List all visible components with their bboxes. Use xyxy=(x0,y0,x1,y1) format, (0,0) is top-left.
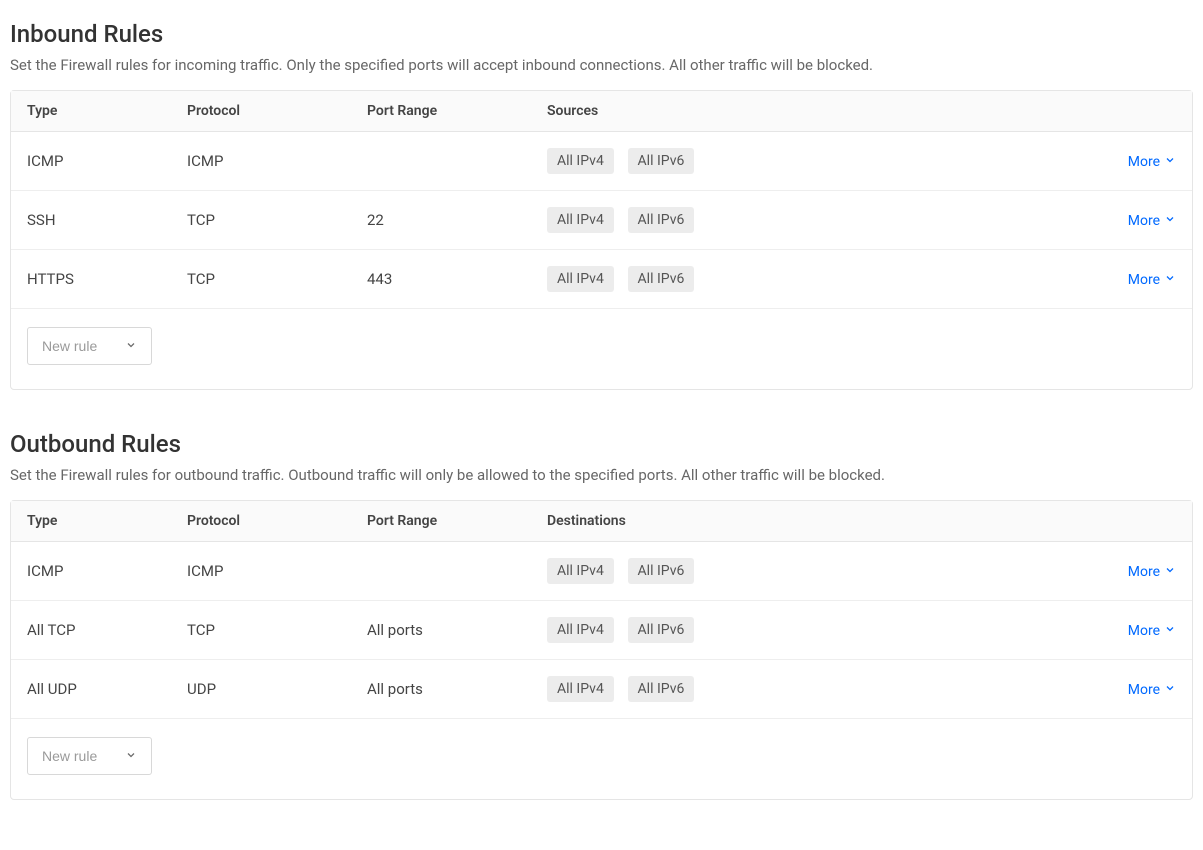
dest-tag-ipv6[interactable]: All IPv6 xyxy=(628,617,695,643)
rule-type: All TCP xyxy=(27,621,187,639)
rule-type: All UDP xyxy=(27,680,187,698)
rule-sources: All IPv4 All IPv6 xyxy=(547,207,1096,233)
rule-protocol: TCP xyxy=(187,211,367,229)
rule-type: SSH xyxy=(27,211,187,229)
chevron-down-icon xyxy=(1164,623,1176,639)
chevron-down-icon xyxy=(1164,564,1176,580)
source-tag-ipv6[interactable]: All IPv6 xyxy=(628,148,695,174)
dest-tag-ipv4[interactable]: All IPv4 xyxy=(547,676,614,702)
chevron-down-icon xyxy=(1164,213,1176,229)
source-tag-ipv4[interactable]: All IPv4 xyxy=(547,266,614,292)
more-label: More xyxy=(1128,213,1160,229)
rule-sources: All IPv4 All IPv6 xyxy=(547,266,1096,292)
source-tag-ipv4[interactable]: All IPv4 xyxy=(547,207,614,233)
table-row: ICMP ICMP All IPv4 All IPv6 More xyxy=(11,542,1192,601)
col-header-protocol: Protocol xyxy=(187,513,367,529)
chevron-down-icon xyxy=(1164,272,1176,288)
dest-tag-ipv6[interactable]: All IPv6 xyxy=(628,676,695,702)
outbound-rules-desc: Set the Firewall rules for outbound traf… xyxy=(10,466,1193,484)
rule-protocol: TCP xyxy=(187,621,367,639)
more-label: More xyxy=(1128,154,1160,170)
col-header-port: Port Range xyxy=(367,513,547,529)
col-header-protocol: Protocol xyxy=(187,103,367,119)
col-header-type: Type xyxy=(27,513,187,529)
rule-type: ICMP xyxy=(27,562,187,580)
outbound-rules-title: Outbound Rules xyxy=(10,430,1193,458)
more-label: More xyxy=(1128,682,1160,698)
col-header-port: Port Range xyxy=(367,103,547,119)
chevron-down-icon xyxy=(1164,154,1176,170)
chevron-down-icon xyxy=(125,338,137,354)
inbound-rules-desc: Set the Firewall rules for incoming traf… xyxy=(10,56,1193,74)
more-button[interactable]: More xyxy=(1128,213,1176,229)
more-button[interactable]: More xyxy=(1128,564,1176,580)
outbound-rules-header: Type Protocol Port Range Destinations xyxy=(11,501,1192,542)
outbound-rules-panel: Type Protocol Port Range Destinations IC… xyxy=(10,500,1193,800)
dest-tag-ipv6[interactable]: All IPv6 xyxy=(628,558,695,584)
more-button[interactable]: More xyxy=(1128,623,1176,639)
more-button[interactable]: More xyxy=(1128,154,1176,170)
more-label: More xyxy=(1128,564,1160,580)
new-rule-row: New rule xyxy=(11,309,1192,389)
dest-tag-ipv4[interactable]: All IPv4 xyxy=(547,558,614,584)
table-row: All TCP TCP All ports All IPv4 All IPv6 … xyxy=(11,601,1192,660)
rule-destinations: All IPv4 All IPv6 xyxy=(547,676,1096,702)
rule-protocol: ICMP xyxy=(187,152,367,170)
new-rule-label: New rule xyxy=(42,338,97,354)
new-rule-button[interactable]: New rule xyxy=(27,737,152,775)
rule-sources: All IPv4 All IPv6 xyxy=(547,148,1096,174)
table-row: All UDP UDP All ports All IPv4 All IPv6 … xyxy=(11,660,1192,719)
inbound-rules-title: Inbound Rules xyxy=(10,20,1193,48)
more-label: More xyxy=(1128,623,1160,639)
table-row: ICMP ICMP All IPv4 All IPv6 More xyxy=(11,132,1192,191)
table-row: HTTPS TCP 443 All IPv4 All IPv6 More xyxy=(11,250,1192,309)
source-tag-ipv6[interactable]: All IPv6 xyxy=(628,266,695,292)
new-rule-label: New rule xyxy=(42,748,97,764)
rule-port: 443 xyxy=(367,270,547,288)
col-header-sources: Sources xyxy=(547,103,1096,119)
rule-port: All ports xyxy=(367,680,547,698)
rule-destinations: All IPv4 All IPv6 xyxy=(547,617,1096,643)
chevron-down-icon xyxy=(1164,682,1176,698)
new-rule-button[interactable]: New rule xyxy=(27,327,152,365)
source-tag-ipv6[interactable]: All IPv6 xyxy=(628,207,695,233)
inbound-rules-panel: Type Protocol Port Range Sources ICMP IC… xyxy=(10,90,1193,390)
source-tag-ipv4[interactable]: All IPv4 xyxy=(547,148,614,174)
col-header-destinations: Destinations xyxy=(547,513,1096,529)
more-button[interactable]: More xyxy=(1128,682,1176,698)
rule-protocol: TCP xyxy=(187,270,367,288)
new-rule-row: New rule xyxy=(11,719,1192,799)
table-row: SSH TCP 22 All IPv4 All IPv6 More xyxy=(11,191,1192,250)
rule-protocol: ICMP xyxy=(187,562,367,580)
inbound-rules-header: Type Protocol Port Range Sources xyxy=(11,91,1192,132)
rule-port: 22 xyxy=(367,211,547,229)
more-label: More xyxy=(1128,272,1160,288)
rule-port: All ports xyxy=(367,621,547,639)
rule-type: ICMP xyxy=(27,152,187,170)
rule-type: HTTPS xyxy=(27,270,187,288)
chevron-down-icon xyxy=(125,748,137,764)
dest-tag-ipv4[interactable]: All IPv4 xyxy=(547,617,614,643)
rule-protocol: UDP xyxy=(187,680,367,698)
rule-destinations: All IPv4 All IPv6 xyxy=(547,558,1096,584)
more-button[interactable]: More xyxy=(1128,272,1176,288)
col-header-type: Type xyxy=(27,103,187,119)
